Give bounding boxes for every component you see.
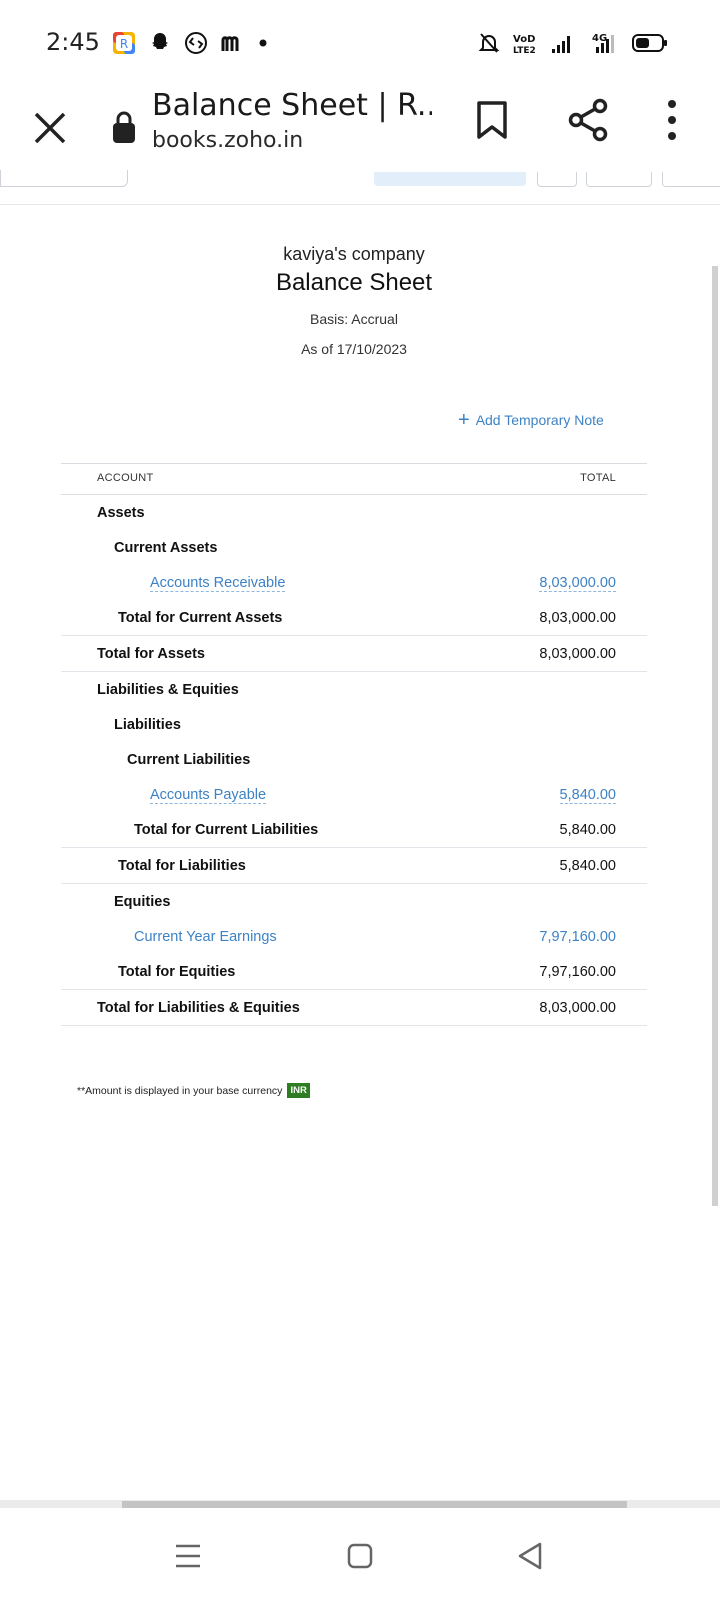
total-liabilities-label: Total for Liabilities: [118, 858, 246, 874]
m-app-icon: [221, 36, 239, 51]
report-header: kaviya's company Balance Sheet Basis: Ac…: [0, 244, 708, 357]
table-row: Assets: [61, 495, 647, 530]
total-current-liabilities-label: Total for Current Liabilities: [134, 822, 319, 838]
horizontal-scrollbar[interactable]: [122, 1501, 627, 1508]
table-row: Current Assets: [61, 530, 647, 565]
add-temporary-note-button[interactable]: + Add Temporary Note: [458, 409, 604, 431]
total-current-assets-amount: 8,03,000.00: [539, 610, 616, 626]
lock-icon[interactable]: [112, 110, 136, 144]
account-accounts-payable-link[interactable]: Accounts Payable: [150, 787, 267, 804]
amount-accounts-receivable-link[interactable]: 8,03,000.00: [539, 575, 616, 592]
add-temporary-note-label: Add Temporary Note: [475, 412, 604, 428]
report-action-button[interactable]: [374, 172, 526, 186]
footnote-text: **Amount is displayed in your base curre…: [77, 1084, 283, 1097]
plus-icon: +: [458, 409, 470, 431]
4g-signal-icon: 4G: [592, 33, 614, 53]
shazam-icon: [185, 32, 207, 54]
company-name: kaviya's company: [283, 244, 425, 264]
currency-badge: INR: [287, 1083, 310, 1098]
account-current-year-earnings-link[interactable]: Current Year Earnings: [134, 929, 277, 945]
report-more-button[interactable]: [662, 172, 720, 187]
table-row: Accounts Payable 5,840.00: [61, 777, 647, 812]
svg-text:R: R: [120, 37, 128, 51]
table-header: ACCOUNT TOTAL: [61, 463, 647, 495]
dot-icon: [259, 39, 267, 47]
table-row: Total for Current Liabilities 5,840.00: [61, 812, 647, 848]
currency-footnote: **Amount is displayed in your base curre…: [77, 1083, 310, 1098]
total-liabilities-equities-label: Total for Liabilities & Equities: [97, 1000, 300, 1016]
app-r-icon: R: [113, 32, 135, 54]
custom-tab-toolbar: Balance Sheet | R... books.zoho.in: [0, 88, 720, 176]
system-navigation-bar: [0, 1512, 720, 1600]
total-current-assets-label: Total for Current Assets: [118, 610, 283, 626]
column-header-account: ACCOUNT: [97, 472, 154, 484]
account-accounts-receivable-link[interactable]: Accounts Receivable: [150, 575, 286, 592]
total-equities-label: Total for Equities: [118, 964, 236, 980]
table-row: Liabilities: [61, 707, 647, 742]
total-assets-amount: 8,03,000.00: [539, 646, 616, 662]
more-options-icon[interactable]: [664, 98, 680, 142]
share-icon[interactable]: [568, 98, 608, 142]
table-row: Equities: [61, 884, 647, 919]
report-toolbar-clipped: [0, 170, 720, 205]
table-row: Accounts Receivable 8,03,000.00: [61, 565, 647, 600]
export-button[interactable]: [586, 172, 652, 187]
total-assets-label: Total for Assets: [97, 646, 205, 662]
bookmark-icon[interactable]: [476, 100, 508, 140]
close-icon[interactable]: [30, 108, 70, 148]
table-row: Total for Liabilities 5,840.00: [61, 848, 647, 884]
group-current-assets: Current Assets: [114, 540, 218, 556]
table-row: Total for Equities 7,97,160.00: [61, 954, 647, 990]
group-liabilities: Liabilities: [114, 717, 181, 733]
status-time: 2:45: [46, 28, 100, 56]
report-filter-control[interactable]: [0, 170, 128, 187]
system-icons: VoD LTE2 4G: [478, 31, 668, 55]
table-row: Current Year Earnings 7,97,160.00: [61, 919, 647, 954]
report-toolbar-button[interactable]: [537, 172, 577, 187]
volte-icon: VoD LTE2: [513, 34, 536, 55]
group-equities: Equities: [114, 894, 171, 910]
svg-text:VoD: VoD: [513, 34, 535, 45]
snapchat-icon: [152, 33, 168, 49]
signal-icon: [552, 36, 570, 53]
report-as-of-date: As of 17/10/2023: [301, 341, 407, 357]
table-row: Current Liabilities: [61, 742, 647, 777]
report-title: Balance Sheet: [275, 269, 433, 296]
notification-icons: R: [112, 31, 268, 55]
table-row: Total for Assets 8,03,000.00: [61, 636, 647, 672]
amount-current-year-earnings-link[interactable]: 7,97,160.00: [539, 929, 616, 945]
table-row: Total for Current Assets 8,03,000.00: [61, 600, 647, 636]
amount-accounts-payable-link[interactable]: 5,840.00: [559, 787, 616, 804]
battery-icon: [632, 34, 667, 52]
back-icon[interactable]: [510, 1536, 550, 1576]
status-bar: 2:45 R VoD LTE2 4G: [0, 0, 720, 88]
total-liabilities-equities-amount: 8,03,000.00: [539, 1000, 616, 1016]
menu-icon[interactable]: [168, 1536, 208, 1576]
svg-text:4G: 4G: [592, 33, 607, 44]
page-url[interactable]: books.zoho.in: [152, 128, 303, 153]
svg-text:LTE2: LTE2: [513, 46, 536, 55]
section-liabilities-equities: Liabilities & Equities: [97, 682, 239, 698]
page-title[interactable]: Balance Sheet | R...: [152, 88, 432, 123]
bell-muted-icon: [478, 33, 500, 53]
home-icon[interactable]: [340, 1536, 380, 1576]
report-basis: Basis: Accrual: [310, 311, 398, 327]
table-row: Liabilities & Equities: [61, 672, 647, 707]
table-row: Total for Liabilities & Equities 8,03,00…: [61, 990, 647, 1026]
section-assets: Assets: [97, 505, 145, 521]
group-current-liabilities: Current Liabilities: [127, 752, 251, 768]
total-liabilities-amount: 5,840.00: [559, 858, 616, 874]
column-header-total: TOTAL: [580, 472, 616, 484]
vertical-scrollbar[interactable]: [712, 266, 718, 1206]
total-current-liabilities-amount: 5,840.00: [559, 822, 616, 838]
total-equities-amount: 7,97,160.00: [539, 964, 616, 980]
balance-sheet-table: ACCOUNT TOTAL Assets Current Assets Acco…: [61, 463, 647, 1026]
